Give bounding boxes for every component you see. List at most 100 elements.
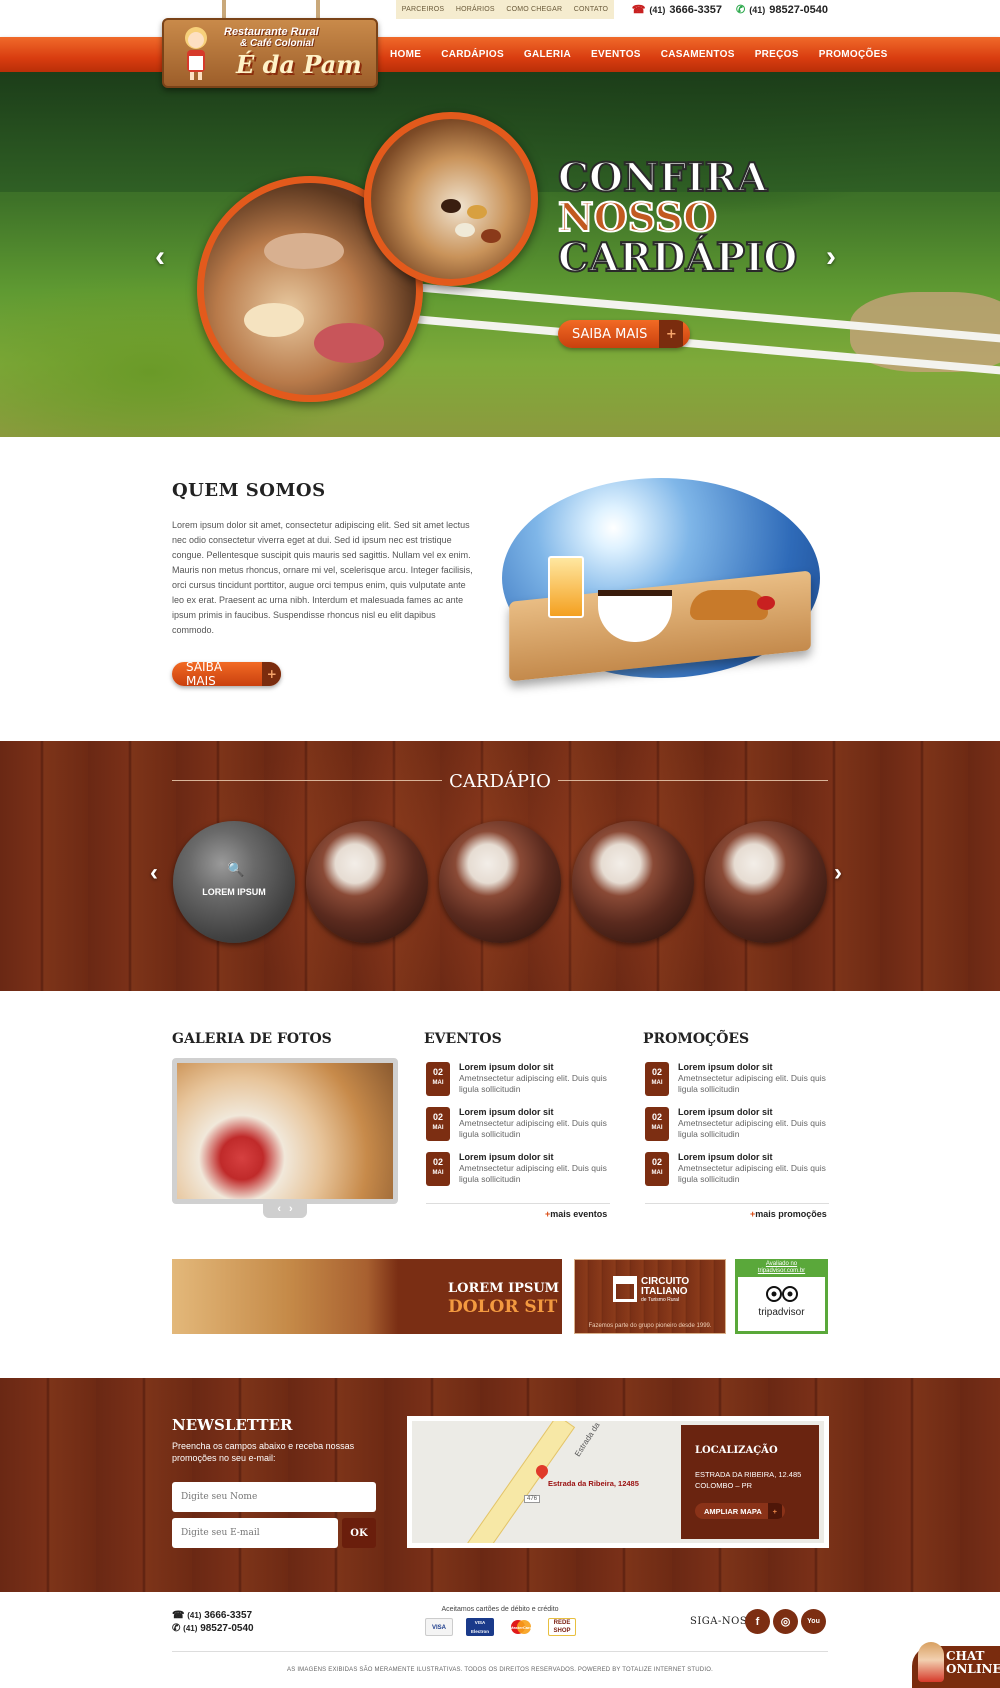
mais-promocoes-link[interactable]: +mais promoções [750, 1209, 827, 1219]
header-phone-landline: ☎ (41) 3666-3357 [632, 3, 722, 17]
nav-bar: HOME CARDÁPIOS GALERIA EVENTOS CASAMENTO… [0, 37, 1000, 72]
house-icon [613, 1276, 637, 1302]
whatsapp-icon: ✆ [172, 1623, 184, 1634]
food-plate [244, 303, 304, 337]
top-link-parceiros[interactable]: PARCEIROS [402, 6, 445, 13]
promo-title: Lorem ipsum dolor sit [678, 1152, 773, 1162]
chevron-left-icon[interactable]: ‹ [155, 240, 165, 274]
chevron-right-icon[interactable]: › [826, 240, 836, 274]
hero-title: CONFIRA NOSSO CARDÁPIO [557, 157, 798, 281]
food-plate [264, 233, 344, 269]
top-link-horarios[interactable]: HORÁRIOS [456, 6, 495, 13]
youtube-icon[interactable]: You [801, 1609, 826, 1634]
button-label: SAIBA MAIS [186, 662, 223, 686]
newsletter-submit-button[interactable]: OK [342, 1518, 376, 1548]
whatsapp-icon: ✆ [736, 4, 746, 16]
date-day: 02 [651, 1157, 662, 1167]
gallery-pager: ‹ › [263, 1200, 307, 1218]
chevron-right-icon[interactable]: › [289, 1203, 293, 1215]
search-icon: 🔍 [227, 861, 245, 877]
galeria-title: GALERIA DE FOTOS [172, 1031, 332, 1047]
ampliar-mapa-button[interactable]: AMPLIAR MAPA + [695, 1503, 785, 1519]
nav-home[interactable]: HOME [390, 49, 421, 60]
date-badge: 02 MAI [645, 1152, 669, 1186]
instagram-icon[interactable]: ◎ [773, 1609, 798, 1634]
sauce-bowl [455, 223, 475, 237]
newsletter-title: NEWSLETTER [172, 1416, 293, 1434]
promo-text: Ametnsectetur adipiscing elit. Duis quis… [678, 1163, 826, 1184]
footer-phone-whatsapp: ✆ (41) 98527-0540 [172, 1622, 254, 1635]
breakfast-tray-image [502, 478, 820, 700]
date-badge: 02 MAI [426, 1107, 450, 1141]
chat-label-line: CHAT [946, 1649, 985, 1663]
nav-eventos[interactable]: EVENTOS [591, 49, 641, 60]
location-map[interactable]: Estrada da Estrada da Ribeira, 12485 476… [407, 1416, 829, 1548]
nav-promocoes[interactable]: PROMOÇÕES [819, 49, 888, 60]
payment-title: Aceitamos cartões de débito e crédito [441, 1606, 559, 1613]
menu-item-label: LOREM IPSUM [202, 887, 266, 897]
divider [645, 1203, 829, 1204]
link-label: mais promoções [755, 1209, 827, 1219]
visa-card-icon: VISA [425, 1618, 453, 1636]
promo-banner[interactable]: LOREM IPSUM DOLOR SIT [172, 1259, 562, 1334]
top-link-como-chegar[interactable]: COMO CHEGAR [506, 6, 562, 13]
gallery-photo[interactable] [172, 1058, 398, 1204]
newsletter-name-input[interactable] [172, 1482, 376, 1512]
tripadvisor-logo-box: tripadvisor [738, 1277, 825, 1331]
cardapio-heading: CARDÁPIO [172, 771, 828, 792]
newsletter-email-input[interactable] [172, 1518, 338, 1548]
phone-ddd: (41) [749, 4, 766, 15]
cardapio-title: CARDÁPIO [449, 771, 551, 792]
date-badge: 02 MAI [426, 1152, 450, 1186]
chat-online-button[interactable]: CHAT ONLINE [912, 1642, 1000, 1688]
quem-somos-title: QUEM SOMOS [172, 480, 326, 501]
phone-ddd: (41) [649, 4, 666, 15]
hero-saiba-mais-button[interactable]: SAIBA MAIS + [558, 320, 690, 348]
date-day: 02 [651, 1112, 662, 1122]
nav-galeria[interactable]: GALERIA [524, 49, 571, 60]
food-plate [314, 323, 384, 363]
nav-casamentos[interactable]: CASAMENTOS [661, 49, 735, 60]
chevron-right-icon[interactable]: › [834, 859, 842, 887]
date-badge: 02 MAI [645, 1107, 669, 1141]
menu-item-active[interactable]: 🔍 LOREM IPSUM [173, 821, 295, 943]
divider [172, 1651, 828, 1652]
event-title: Lorem ipsum dolor sit [459, 1107, 554, 1117]
divider [558, 780, 828, 781]
top-links: PARCEIROS HORÁRIOS COMO CHEGAR CONTATO [396, 0, 614, 19]
plus-icon: + [659, 320, 684, 348]
site-logo[interactable]: Restaurante Rural & Café Colonial É da P… [162, 0, 378, 94]
top-link-contato[interactable]: CONTATO [574, 6, 608, 13]
date-day: 02 [432, 1067, 443, 1077]
chevron-left-icon[interactable]: ‹ [150, 859, 158, 887]
nav-cardapios[interactable]: CARDÁPIOS [441, 49, 504, 60]
menu-item[interactable] [439, 821, 561, 943]
quem-somos-saiba-mais-button[interactable]: SAIBA MAIS + [172, 662, 281, 686]
banner-headline: LOREM IPSUM [448, 1281, 560, 1296]
logo-text-cafe: & Café Colonial [240, 38, 314, 49]
promocoes-title: PROMOÇÕES [643, 1031, 750, 1047]
menu-item[interactable] [306, 821, 428, 943]
divider [426, 1203, 610, 1204]
menu-item[interactable] [705, 821, 827, 943]
button-label: AMPLIAR MAPA [704, 1506, 762, 1516]
sauce-bowl [481, 229, 501, 243]
sauce-bowl [467, 205, 487, 219]
nav-precos[interactable]: PREÇOS [755, 49, 799, 60]
chevron-left-icon[interactable]: ‹ [277, 1203, 281, 1215]
location-panel: LOCALIZAÇÃO ESTRADA DA RIBEIRA, 12.485 CO… [681, 1425, 819, 1539]
copyright-text: AS IMAGENS EXIBIDAS SÃO MERAMENTE ILUSTR… [287, 1667, 713, 1673]
visa-electron-card-icon: VISA Electron [466, 1618, 494, 1636]
mais-eventos-link[interactable]: +mais eventos [545, 1209, 607, 1219]
event-title: Lorem ipsum dolor sit [459, 1062, 554, 1072]
circuito-italiano-banner[interactable]: CIRCUITO ITALIANO de Turismo Rural Fazemo… [574, 1259, 726, 1334]
tripadvisor-badge[interactable]: Avaliado no tripadvisor.com.br tripadviso… [735, 1259, 828, 1334]
phone-number: 98527-0540 [769, 3, 828, 16]
social-title: SIGA-NOS [690, 1616, 748, 1627]
logo-text-restaurante: Restaurante Rural [224, 26, 319, 38]
hero-title-line: CARDÁPIO [557, 235, 798, 281]
menu-item[interactable] [572, 821, 694, 943]
phone-number: 3666-3357 [204, 1610, 253, 1621]
facebook-icon[interactable]: f [745, 1609, 770, 1634]
date-day: 02 [432, 1157, 443, 1167]
